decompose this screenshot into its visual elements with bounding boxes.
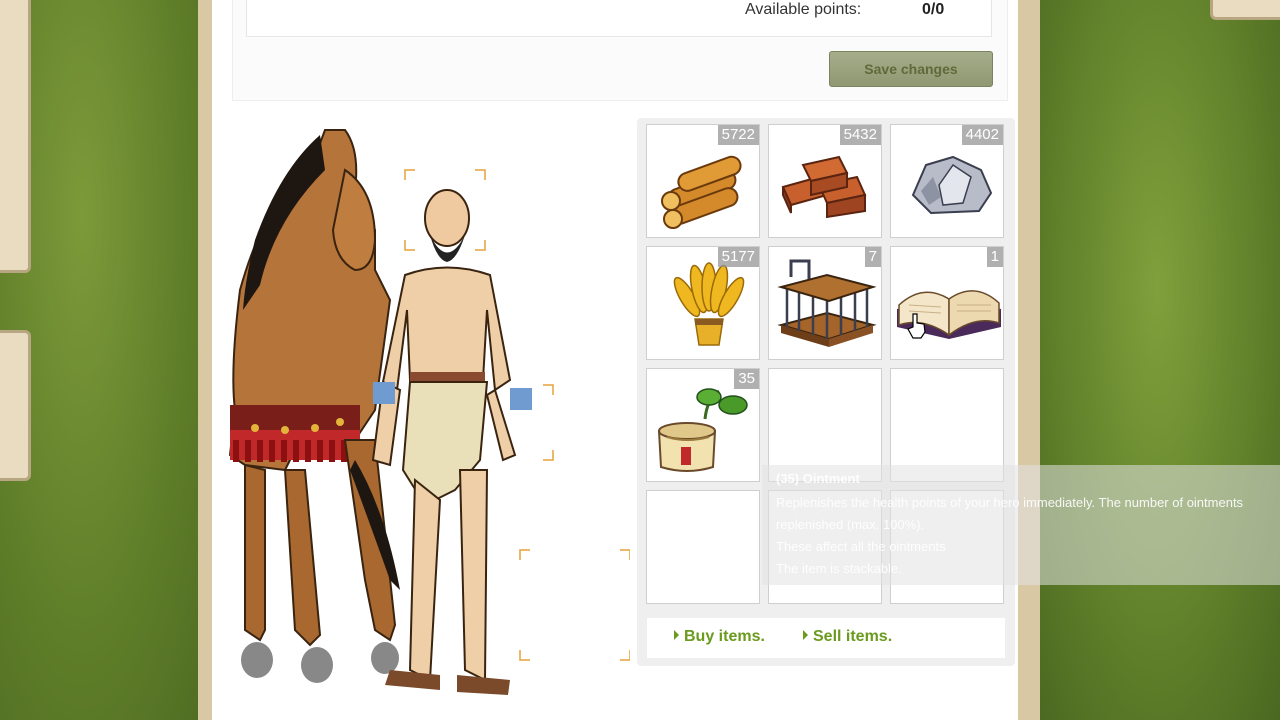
side-panel-frame bbox=[0, 0, 31, 273]
save-changes-button[interactable]: Save changes bbox=[829, 51, 993, 87]
inventory-slot-iron[interactable]: 4402 bbox=[890, 124, 1004, 238]
tooltip-line: These affect all the ointments bbox=[776, 539, 946, 554]
hero-figure-icon bbox=[371, 189, 532, 695]
background-grass-right bbox=[1035, 0, 1280, 720]
buy-items-link[interactable]: Buy items. bbox=[674, 628, 765, 646]
item-count: 7 bbox=[864, 247, 881, 267]
available-points-row bbox=[246, 0, 992, 37]
arrow-right-icon bbox=[803, 630, 808, 640]
item-count: 35 bbox=[734, 369, 759, 389]
item-count: 5432 bbox=[839, 125, 881, 145]
tooltip-title: (35) Ointment bbox=[776, 471, 860, 486]
horse-icon bbox=[228, 129, 400, 683]
inventory-slot-empty[interactable] bbox=[646, 490, 760, 604]
inventory-slot-clay[interactable]: 5432 bbox=[768, 124, 882, 238]
buy-items-label: Buy items. bbox=[684, 628, 765, 645]
inventory-slot-book[interactable]: 1 bbox=[890, 246, 1004, 360]
available-points-label: Available points: bbox=[745, 1, 862, 18]
side-panel-frame bbox=[0, 330, 31, 481]
sell-items-label: Sell items. bbox=[813, 628, 893, 645]
top-right-frame bbox=[1210, 0, 1280, 20]
inventory-slot-wheat[interactable]: 5177 bbox=[646, 246, 760, 360]
hand-cursor-icon bbox=[907, 313, 926, 339]
inventory-slot-wood[interactable]: 5722 bbox=[646, 124, 760, 238]
item-tooltip: (35) Ointment Replenishes the health poi… bbox=[762, 465, 1280, 585]
inventory-slot-cage[interactable]: 7 bbox=[768, 246, 882, 360]
arrow-right-icon bbox=[674, 630, 679, 640]
item-count: 5177 bbox=[717, 247, 759, 267]
item-count: 4402 bbox=[961, 125, 1003, 145]
item-count: 5722 bbox=[717, 125, 759, 145]
inventory-slot-ointment[interactable]: 35 bbox=[646, 368, 760, 482]
tooltip-line: Replenishes the health points of your he… bbox=[776, 495, 1244, 510]
tooltip-line: replenished (max. 100%). bbox=[776, 517, 925, 532]
sell-items-link[interactable]: Sell items. bbox=[803, 628, 892, 646]
item-count: 1 bbox=[986, 247, 1003, 267]
hero-illustration bbox=[225, 110, 631, 705]
hero-and-horse-image bbox=[228, 129, 631, 695]
tooltip-line: The item is stackable. bbox=[776, 561, 902, 576]
available-points-value: 0/0 bbox=[922, 1, 945, 18]
